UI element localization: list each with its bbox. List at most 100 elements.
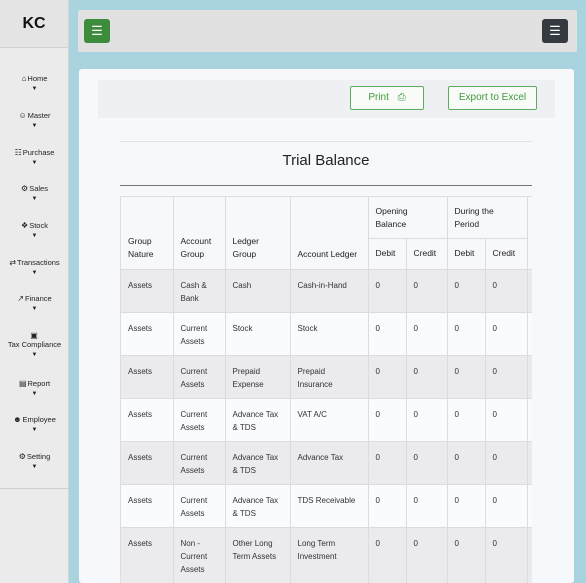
cell-overflow [527,269,532,313]
sidebar-item-label: Stock [29,221,48,230]
cell-dp-debit: 0 [447,484,486,528]
cell-ledger-group: Stock [225,312,291,356]
caret-down-icon: ▼ [31,427,38,433]
cell-account-group: Current Assets [173,484,226,528]
sidebar: KC ⌂Home ▼ ☺Master ▼ ☷Purchase ▼ ⚙Sales ▼ ❖S… [0,0,69,583]
cell-account-ledger: Cash-in-Hand [290,269,369,313]
col-header-overflow [527,197,532,270]
table-row[interactable]: Assets Current Assets Prepaid Expense Prepa… [121,355,532,399]
cell-ob-credit: 0 [406,441,448,485]
cell-ob-debit: 0 [368,398,407,442]
caret-down-icon: ▼ [31,233,38,239]
cell-overflow [527,398,532,442]
caret-down-icon: ▼ [31,464,38,470]
sidebar-item-transactions[interactable]: ⇄Transactions ▼ [0,258,69,276]
menu-toggle-button[interactable]: ☰ [542,19,568,43]
table-row[interactable]: Assets Current Assets Advance Tax & TDS TDS… [121,484,532,528]
sidebar-item-stock[interactable]: ❖Stock ▼ [0,221,69,239]
sidebar-item-home[interactable]: ⌂Home ▼ [0,74,69,92]
table-row[interactable]: Assets Current Assets Advance Tax & TDS VAT… [121,398,532,442]
cell-overflow [527,355,532,399]
cogs-icon: ⚙ [18,452,26,461]
trial-balance-table: Group Nature Account Group Ledger Group … [121,197,532,583]
sidebar-item-tax-compliance[interactable]: ▣ Tax Compliance ▼ [0,331,69,358]
users-icon: ☻ [13,415,22,424]
caret-down-icon: ▼ [31,86,38,92]
table-row[interactable]: Assets Non - Current Assets Other Long Ter… [121,527,532,583]
col-header-group-nature[interactable]: Group Nature [121,197,174,270]
top-bar: ☰ ☰ [78,10,577,52]
sidebar-item-label: Purchase [22,148,55,157]
cubes-icon: ❖ [21,221,29,230]
cell-ob-debit: 0 [368,484,407,528]
caret-down-icon: ▼ [31,306,38,312]
table-row[interactable]: Assets Current Assets Advance Tax & TDS Adv… [121,441,532,485]
sidebar-item-label: Tax Compliance [7,340,62,349]
cell-ob-credit: 0 [406,484,448,528]
export-excel-button[interactable]: Export to Excel [448,86,537,110]
cell-dp-credit: 0 [485,484,528,528]
sidebar-item-purchase[interactable]: ☷Purchase ▼ [0,148,69,166]
cell-ob-debit: 0 [368,441,407,485]
col-header-opening-balance[interactable]: Opening Balance [368,197,448,239]
cell-overflow [527,527,532,583]
cell-dp-debit: 0 [447,398,486,442]
col-header-account-ledger[interactable]: Account Ledger [290,197,369,270]
col-header-dp-credit[interactable]: Credit [485,238,528,270]
cell-ledger-group: Other Long Term Assets [225,527,291,583]
cell-account-group: Current Assets [173,312,226,356]
col-header-account-group[interactable]: Account Group [173,197,226,270]
sidebar-item-setting[interactable]: ⚙Setting ▼ [0,452,69,470]
cell-group-nature: Assets [121,398,174,442]
table-row[interactable]: Assets Current Assets Stock Stock 0 0 0 0 [121,312,532,356]
sidebar-item-finance[interactable]: ↗Finance ▼ [0,294,69,312]
cell-ob-credit: 0 [406,527,448,583]
cell-dp-debit: 0 [447,355,486,399]
cell-account-group: Current Assets [173,355,226,399]
sidebar-item-employee[interactable]: ☻Employee ▼ [0,415,69,433]
sidebar-nav: ⌂Home ▼ ☺Master ▼ ☷Purchase ▼ ⚙Sales ▼ ❖Stoc… [0,0,69,488]
cell-account-ledger: VAT A/C [290,398,369,442]
sidebar-item-label: Home [27,74,48,83]
hamburger-icon: ☰ [549,23,561,38]
col-header-ob-debit[interactable]: Debit [368,238,407,270]
caret-down-icon: ▼ [31,270,38,276]
col-header-during-period[interactable]: During the Period [447,197,528,239]
sidebar-item-sales[interactable]: ⚙Sales ▼ [0,184,69,202]
sidebar-item-master[interactable]: ☺Master ▼ [0,111,69,129]
cell-account-ledger: Stock [290,312,369,356]
sidebar-item-report[interactable]: ▤Report ▼ [0,379,69,397]
cell-account-ledger: Advance Tax [290,441,369,485]
cell-dp-credit: 0 [485,355,528,399]
exchange-icon: ⇄ [9,258,17,267]
cell-group-nature: Assets [121,484,174,528]
col-header-dp-debit[interactable]: Debit [447,238,486,270]
sidebar-item-label: Setting [26,452,51,461]
sidebar-item-label: Transactions [17,258,60,267]
cell-ob-debit: 0 [368,355,407,399]
sidebar-toggle-button[interactable]: ☰ [84,19,110,43]
cell-dp-debit: 0 [447,527,486,583]
sidebar-item-label: Employee [22,415,56,424]
cell-ob-credit: 0 [406,355,448,399]
cart-icon: ☷ [14,148,22,157]
table-row[interactable]: Assets Cash & Bank Cash Cash-in-Hand 0 0 0 0 [121,269,532,313]
cell-overflow [527,441,532,485]
col-header-ob-credit[interactable]: Credit [406,238,448,270]
cell-dp-credit: 0 [485,441,528,485]
col-header-ledger-group[interactable]: Ledger Group [225,197,291,270]
cell-ledger-group: Cash [225,269,291,313]
trial-balance-table-container[interactable]: Group Nature Account Group Ledger Group … [120,196,532,583]
home-icon: ⌂ [21,74,27,83]
sidebar-item-label: Report [27,379,51,388]
cell-account-group: Current Assets [173,441,226,485]
cell-account-ledger: TDS Receivable [290,484,369,528]
sidebar-item-label: Sales [29,184,48,193]
print-button[interactable]: Print ⎙ [350,86,424,110]
page-title: Trial Balance [282,152,370,169]
cell-group-nature: Assets [121,441,174,485]
cell-ledger-group: Advance Tax & TDS [225,484,291,528]
caret-down-icon: ▼ [31,160,38,166]
user-icon: ☺ [18,111,27,120]
divider [120,185,532,186]
